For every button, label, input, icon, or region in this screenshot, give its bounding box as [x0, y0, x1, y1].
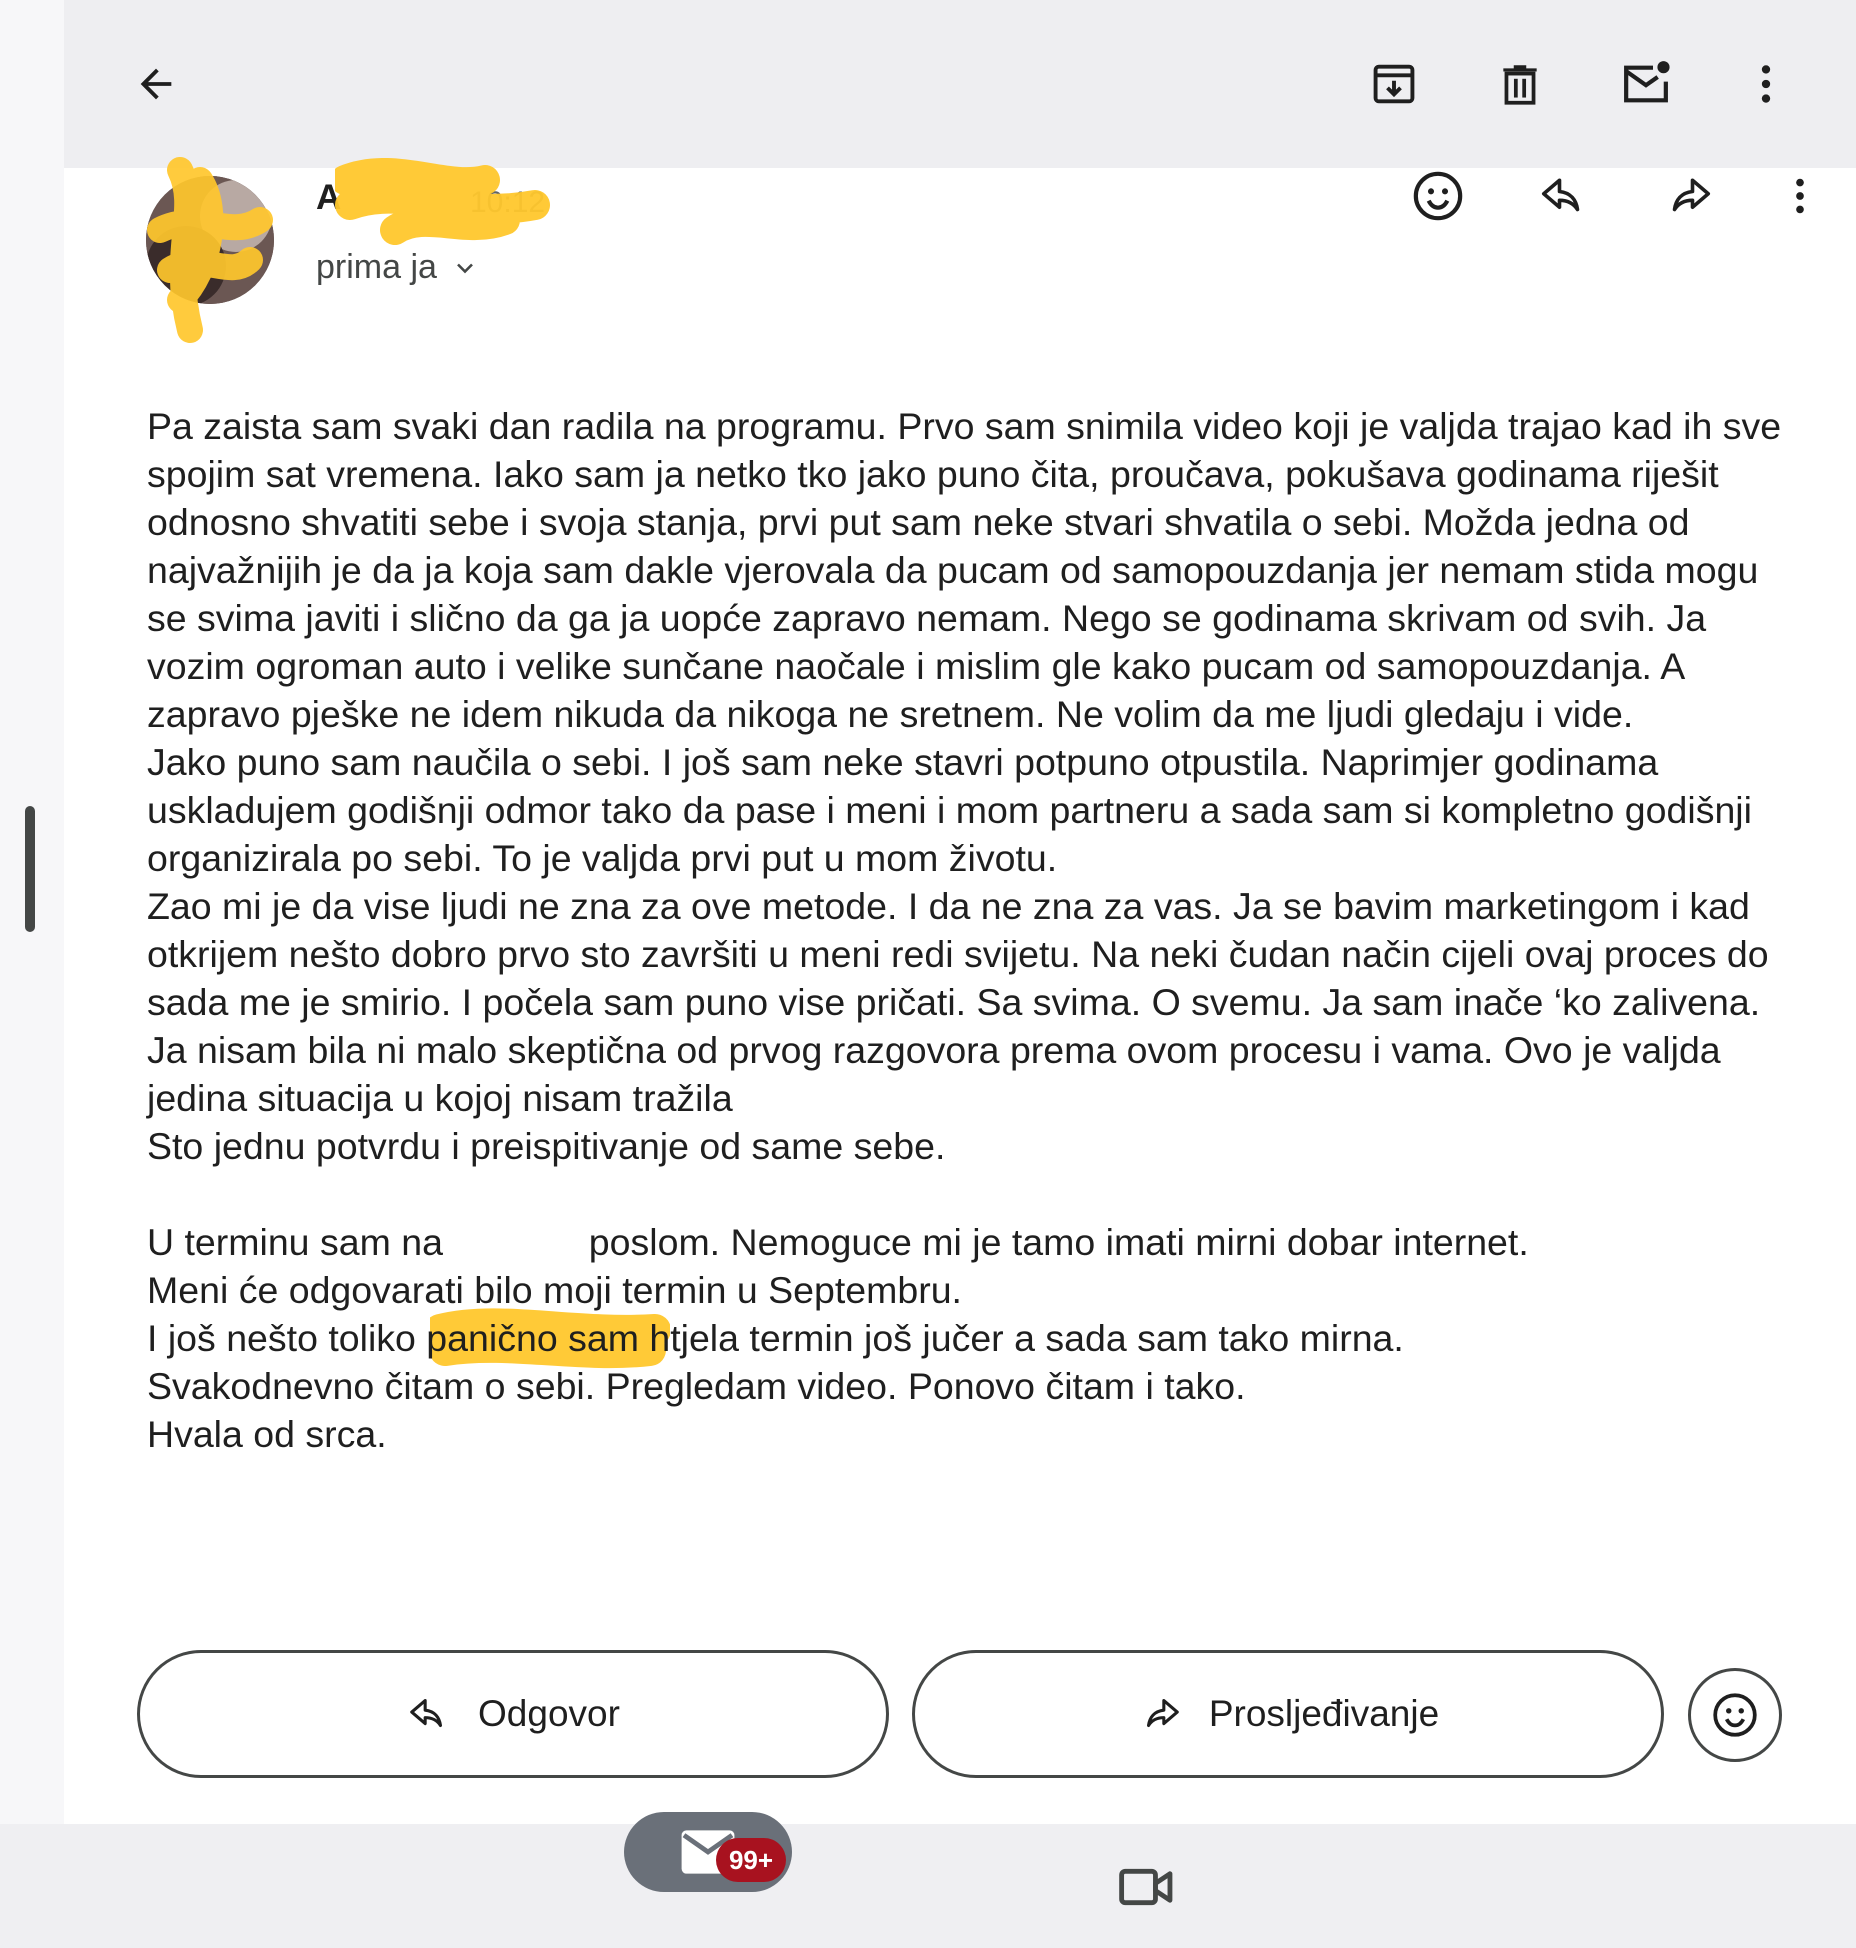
bottom-navigation — [0, 1824, 1856, 1948]
left-gutter — [0, 0, 64, 1948]
reply-action-button[interactable]: Odgovor — [137, 1650, 889, 1778]
recipients-toggle[interactable]: prima ja — [316, 248, 479, 287]
video-camera-icon — [1119, 1868, 1173, 1906]
emoji-reaction-button[interactable] — [1688, 1668, 1782, 1762]
nav-meet-button[interactable] — [1118, 1862, 1176, 1917]
avatar[interactable] — [146, 176, 274, 304]
more-vert-icon — [1796, 178, 1804, 214]
archive-icon — [1373, 64, 1415, 104]
more-vert-icon — [1761, 65, 1771, 103]
forward-action-button[interactable]: Proslјeđivanje — [912, 1650, 1664, 1778]
body-paragraph: Jako puno sam naučila o sebi. I još sam … — [147, 741, 1763, 879]
forward-label: Proslјeđivanje — [1208, 1693, 1440, 1734]
body-paragraph: Zao mi je da vise ljudi ne zna za ove me… — [147, 885, 1780, 1023]
reply-label: Odgovor — [478, 1693, 620, 1734]
back-button[interactable] — [126, 54, 186, 114]
reply-icon — [1541, 178, 1580, 212]
forward-button[interactable] — [1658, 166, 1718, 226]
reply-button[interactable] — [1534, 166, 1594, 226]
emoji-icon — [1413, 171, 1463, 221]
body-paragraph: Hvala od srca. — [147, 1413, 387, 1455]
emoji-icon — [1713, 1693, 1757, 1737]
body-paragraph: Ja nisam bila ni malo skeptična od prvog… — [147, 1029, 1732, 1119]
message-time: 10:12 — [470, 186, 546, 219]
archive-button[interactable] — [1364, 54, 1424, 114]
forward-icon — [1146, 1699, 1179, 1728]
recipients-label: prima ja — [316, 248, 437, 286]
body-paragraph: Meni će odgovarati bilo moji termin u Se… — [147, 1269, 962, 1311]
body-paragraph: Svakodnevno čitam o sebi. Pregledam vide… — [147, 1365, 1246, 1407]
forward-icon — [1672, 178, 1711, 212]
mark-unread-button[interactable] — [1616, 54, 1676, 114]
body-paragraph: U terminu sam na poslom. Nemoguce mi je … — [147, 1221, 1529, 1263]
scrollbar-handle[interactable] — [25, 806, 35, 932]
message-more-button[interactable] — [1770, 166, 1830, 226]
sender-name: A — [316, 178, 342, 217]
unread-count-badge: 99+ — [716, 1838, 786, 1882]
reply-icon — [410, 1699, 443, 1728]
react-emoji-button[interactable] — [1408, 166, 1468, 226]
mark-unread-icon — [1624, 61, 1670, 103]
message-body: Pa zaista sam svaki dan radila na progra… — [147, 402, 1787, 1458]
chevron-down-icon — [457, 263, 473, 273]
delete-button[interactable] — [1490, 54, 1550, 114]
arrow-back-icon — [140, 68, 172, 100]
body-paragraph: Pa zaista sam svaki dan radila na progra… — [147, 405, 1792, 735]
delete-icon — [1503, 65, 1537, 105]
body-paragraph: I još nešto toliko panično sam htjela te… — [147, 1317, 1404, 1359]
body-blank-line — [147, 1170, 1787, 1218]
more-options-button[interactable] — [1736, 54, 1796, 114]
top-toolbar — [64, 0, 1856, 168]
body-paragraph: Sto jednu potvrdu i preispitivanje od sa… — [147, 1125, 946, 1167]
